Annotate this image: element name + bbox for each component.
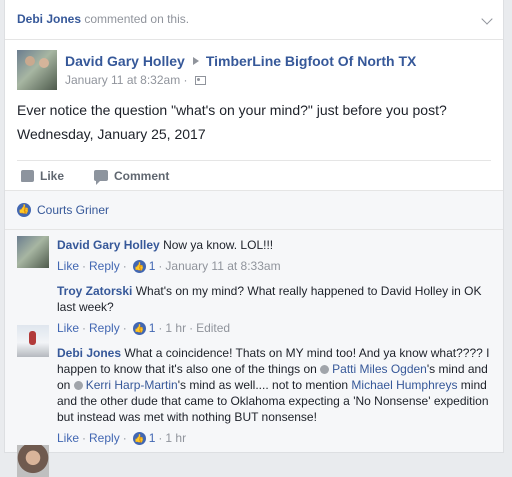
comment-reply-button[interactable]: Reply bbox=[89, 259, 120, 273]
post-body: Ever notice the question "what's on your… bbox=[5, 98, 503, 146]
comment-reply-button[interactable]: Reply bbox=[89, 431, 120, 445]
comment-timestamp[interactable]: January 11 at 8:33am bbox=[165, 259, 280, 273]
comment-like-button[interactable]: Like bbox=[57, 431, 79, 445]
post-card: Debi Jones commented on this. David Gary… bbox=[4, 0, 504, 477]
comment-text: Now ya know. LOL!!! bbox=[163, 238, 274, 252]
mentioned-person-link[interactable]: Michael Humphreys bbox=[351, 378, 457, 392]
commenter-name-link[interactable]: Troy Zatorski bbox=[57, 284, 132, 298]
commenter-avatar[interactable] bbox=[17, 236, 49, 268]
commenter-name-link[interactable]: David Gary Holley bbox=[57, 238, 160, 252]
liker-name-link[interactable]: Courts Griner bbox=[37, 203, 109, 217]
comment-item: David Gary Holley Now ya know. LOL!!! Li… bbox=[5, 230, 503, 273]
meta-dot: · bbox=[122, 321, 127, 335]
tagged-person-link[interactable]: Patti Miles Ogden bbox=[332, 362, 427, 376]
meta-dot: · bbox=[189, 321, 194, 335]
edited-label[interactable]: Edited bbox=[196, 321, 230, 335]
comment-text: 's mind as well.... not to mention bbox=[177, 378, 352, 392]
tagged-person-icon bbox=[320, 365, 330, 374]
tagged-person-icon bbox=[73, 381, 83, 390]
author-avatar[interactable] bbox=[17, 50, 57, 90]
commenter-name-link[interactable]: Debi Jones bbox=[57, 346, 121, 360]
arrow-right-icon bbox=[192, 57, 199, 65]
comment-reply-button[interactable]: Reply bbox=[89, 321, 120, 335]
commenter-avatar[interactable] bbox=[17, 445, 49, 477]
likes-summary: 👍 Courts Griner bbox=[5, 190, 503, 230]
tagged-person-link[interactable]: Kerri Harp-Martin bbox=[86, 378, 178, 392]
activity-notice: Debi Jones commented on this. bbox=[5, 0, 503, 40]
thumbs-up-icon: 👍 bbox=[132, 431, 146, 445]
like-button[interactable]: Like bbox=[21, 169, 64, 183]
meta-dot: · bbox=[122, 259, 127, 273]
comment-list: David Gary Holley Now ya know. LOL!!! Li… bbox=[5, 230, 503, 477]
post-group-link[interactable]: TimberLine Bigfoot Of North TX bbox=[206, 53, 417, 69]
meta-dot: · bbox=[158, 431, 163, 445]
thumbs-up-icon bbox=[21, 169, 34, 182]
comment-timestamp[interactable]: 1 hr bbox=[165, 321, 186, 335]
notice-action-text: commented on this. bbox=[84, 12, 190, 26]
post-author-link[interactable]: David Gary Holley bbox=[65, 53, 185, 69]
meta-dot: · bbox=[158, 259, 163, 273]
thumbs-up-icon: 👍 bbox=[132, 321, 146, 335]
post-body-date: Wednesday, January 25, 2017 bbox=[17, 126, 206, 142]
comment-like-button[interactable]: Like bbox=[57, 259, 79, 273]
meta-dot: · bbox=[82, 259, 87, 273]
meta-dot: · bbox=[82, 321, 87, 335]
comment-item: Debi Jones What a coincidence! Thats on … bbox=[5, 335, 503, 477]
meta-dot: · bbox=[82, 431, 87, 445]
comment-item: Troy Zatorski What's on my mind? What re… bbox=[5, 273, 503, 357]
like-reaction-icon: 👍 bbox=[17, 203, 31, 217]
comment-like-count[interactable]: 1 bbox=[149, 321, 156, 335]
comment-label: Comment bbox=[114, 168, 170, 183]
meta-dot: · bbox=[122, 431, 127, 445]
comment-like-count[interactable]: 1 bbox=[149, 431, 156, 445]
like-label: Like bbox=[40, 168, 65, 183]
notice-actor-link[interactable]: Debi Jones bbox=[17, 12, 81, 26]
comment-icon bbox=[94, 170, 109, 185]
meta-separator: · bbox=[183, 73, 188, 87]
audience-icon[interactable] bbox=[194, 76, 206, 85]
post-timestamp[interactable]: January 11 at 8:32am bbox=[65, 73, 180, 87]
post-actions: Like Comment bbox=[17, 160, 491, 190]
post-body-line: Ever notice the question "what's on your… bbox=[17, 102, 447, 118]
post-header: David Gary Holley TimberLine Bigfoot Of N… bbox=[5, 40, 503, 96]
comment-like-button[interactable]: Like bbox=[57, 321, 79, 335]
comment-button[interactable]: Comment bbox=[94, 168, 170, 185]
thumbs-up-icon: 👍 bbox=[132, 259, 146, 273]
chevron-down-icon[interactable] bbox=[481, 13, 493, 25]
meta-dot: · bbox=[158, 321, 163, 335]
comment-timestamp[interactable]: 1 hr bbox=[165, 431, 186, 445]
comment-like-count[interactable]: 1 bbox=[149, 259, 156, 273]
